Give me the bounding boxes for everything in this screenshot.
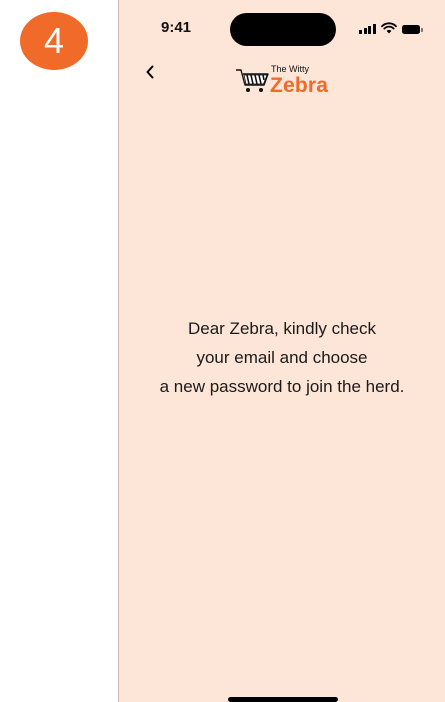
confirmation-message: Dear Zebra, kindly check your email and … [119, 314, 445, 401]
brand-tagline: The Witty [271, 64, 310, 74]
message-line: Dear Zebra, kindly check [187, 319, 377, 338]
step-number-badge: 4 [20, 12, 88, 70]
message-line: a new password to join the herd. [159, 377, 405, 396]
status-icons [359, 22, 423, 34]
dynamic-island [230, 13, 336, 46]
wifi-icon [380, 22, 397, 34]
shopping-cart-icon [236, 69, 269, 92]
step-number: 4 [43, 20, 65, 61]
message-line: your email and choose [196, 348, 368, 367]
phone-screen: 9:41 The Witty Zebra Dear Zebra, kindly … [118, 0, 445, 702]
brand-logo: The Witty Zebra [235, 63, 335, 99]
brand-name: Zebra [270, 74, 329, 97]
battery-icon [401, 25, 423, 34]
home-indicator[interactable] [228, 697, 338, 702]
status-bar: 9:41 [119, 0, 445, 60]
back-button[interactable] [139, 60, 161, 84]
chevron-left-icon [146, 65, 154, 79]
signal-icon [359, 23, 376, 34]
status-time: 9:41 [161, 19, 192, 36]
